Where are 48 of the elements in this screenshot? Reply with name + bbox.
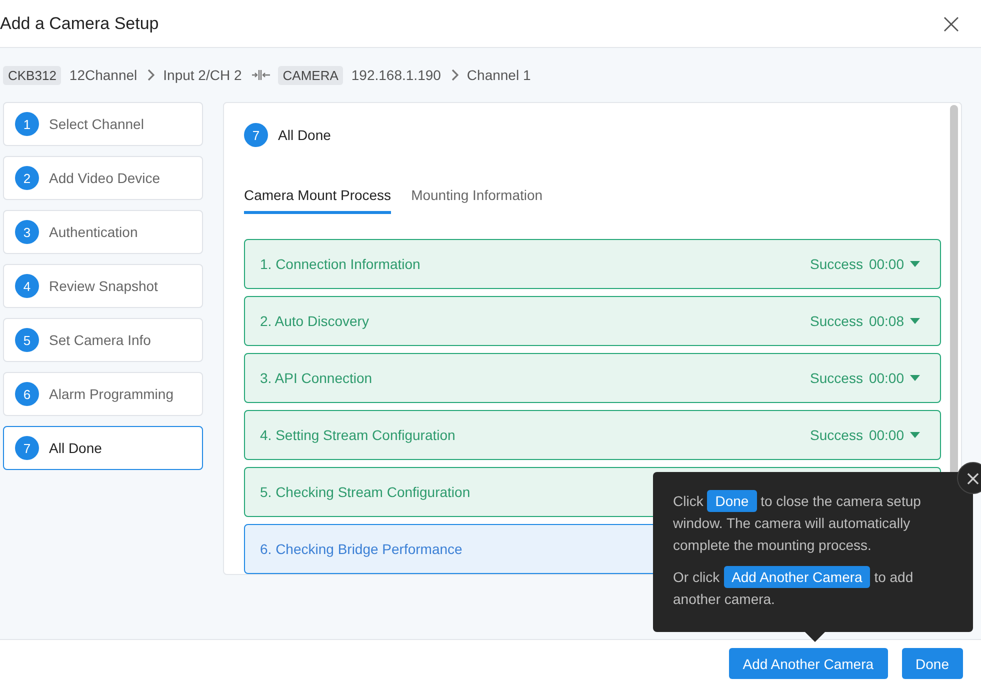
step-item[interactable]: 4 Review Snapshot xyxy=(3,264,203,308)
step-label: 1. Connection Information xyxy=(260,256,420,272)
tab[interactable]: Mounting Information xyxy=(411,187,543,214)
step-item[interactable]: 3 Authentication xyxy=(3,210,203,254)
process-step[interactable]: 1. Connection Information Success 00:00 xyxy=(244,239,941,289)
button-chip: Done xyxy=(707,490,757,512)
status-text: Success xyxy=(810,427,863,443)
footer-button[interactable]: Done xyxy=(902,648,963,679)
breadcrumb-item: Input 2/CH 2 xyxy=(163,67,242,83)
elapsed-time: 00:00 xyxy=(868,370,904,386)
chevron-icon xyxy=(450,69,459,81)
caret-icon[interactable] xyxy=(910,375,920,381)
elapsed-time: 00:08 xyxy=(868,313,904,329)
panel-title: All Done xyxy=(278,127,331,143)
step-label: 3. API Connection xyxy=(260,370,372,386)
breadcrumb-item: 192.168.1.190 xyxy=(351,67,441,83)
connector-icon xyxy=(252,69,270,81)
process-step[interactable]: 4. Setting Stream Configuration Success 00:00 xyxy=(244,410,941,460)
breadcrumb-item: Channel 1 xyxy=(466,67,531,83)
step-label: 5. Checking Stream Configuration xyxy=(260,484,470,500)
step-item[interactable]: 5 Set Camera Info xyxy=(3,318,203,362)
close-button[interactable]: × xyxy=(936,10,967,38)
status-text: Success xyxy=(810,370,863,386)
step-number: 7 xyxy=(244,123,268,147)
footer-button[interactable]: Add Another Camera xyxy=(728,648,888,679)
elapsed-time: 00:00 xyxy=(868,256,904,272)
step-label: 4. Setting Stream Configuration xyxy=(260,427,456,443)
tab[interactable]: Camera Mount Process xyxy=(244,187,392,214)
button-chip: Add Another Camera xyxy=(724,566,870,588)
step-item[interactable]: 1 Select Channel xyxy=(3,102,203,146)
step-label: 6. Checking Bridge Performance xyxy=(260,541,462,557)
breadcrumb-item: 12Channel xyxy=(69,67,138,83)
step-item[interactable]: 2 Add Video Device xyxy=(3,156,203,200)
device-tag: CAMERA xyxy=(278,66,344,84)
caret-icon[interactable] xyxy=(910,318,920,324)
device-tag: CKB312 xyxy=(3,66,62,84)
process-step[interactable]: 2. Auto Discovery Success 00:08 xyxy=(244,296,941,346)
step-label: 2. Auto Discovery xyxy=(260,313,369,329)
step-item[interactable]: 6 Alarm Programming xyxy=(3,372,203,416)
status-text: Success xyxy=(810,256,863,272)
process-step[interactable]: 3. API Connection Success 00:00 xyxy=(244,353,941,403)
elapsed-time: 00:00 xyxy=(868,427,904,443)
chevron-icon xyxy=(147,69,156,81)
caret-icon[interactable] xyxy=(910,432,920,438)
status-text: Success xyxy=(810,313,863,329)
window-title: Add a Camera Setup xyxy=(0,14,159,34)
caret-icon[interactable] xyxy=(910,261,920,267)
step-item[interactable]: 7 All Done xyxy=(3,426,203,470)
